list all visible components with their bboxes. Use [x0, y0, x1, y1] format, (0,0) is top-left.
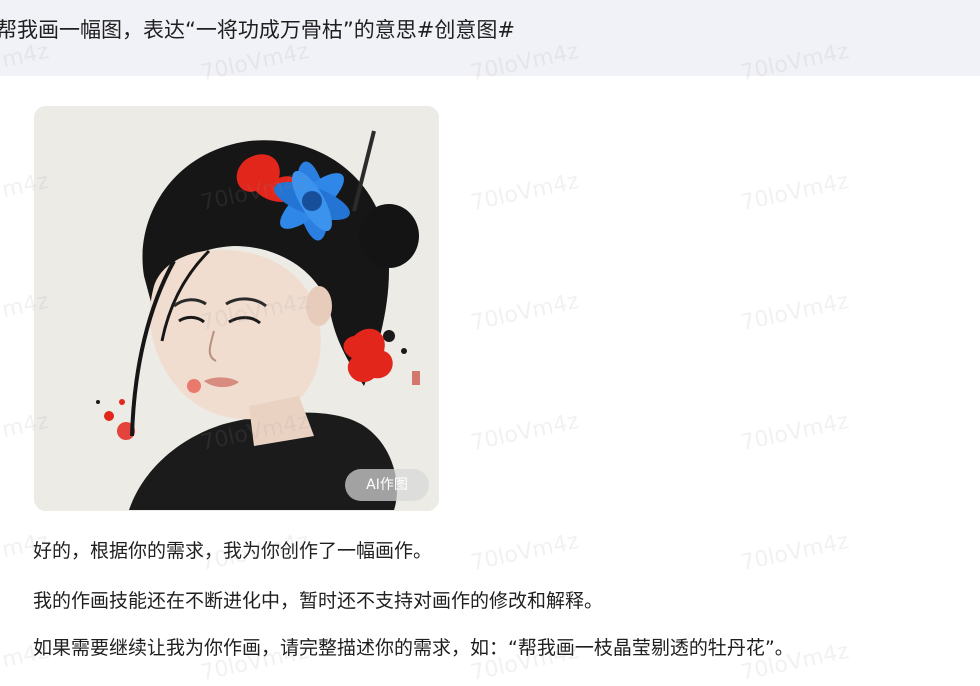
ink-splash [401, 348, 407, 354]
assistant-reply-line-2: 我的作画技能还在不断进化中，暂时还不支持对画作的修改和解释。 [33, 590, 604, 612]
watermark-text: 70loVm4z [468, 408, 581, 457]
watermark-text: 70loVm4z [468, 288, 581, 337]
assistant-reply-line-3: 如果需要继续让我为你作画，请完整描述你的需求，如：“帮我画一枝晶莹剔透的牡丹花”… [33, 637, 794, 659]
hair-bun [359, 204, 419, 268]
chat-page: 帮我画一幅图，表达“一将功成万骨枯”的意思#创意图# AI作图 好的，根据你的需… [0, 0, 980, 686]
ink-splash [119, 399, 125, 405]
watermark-text: 70loVm4z [738, 168, 851, 217]
user-message-bubble: 帮我画一幅图，表达“一将功成万骨枯”的意思#创意图# [0, 0, 980, 76]
watermark-text: 70loVm4z [738, 528, 851, 577]
user-message-text: 帮我画一幅图，表达“一将功成万骨枯”的意思#创意图# [0, 18, 515, 42]
watermark-text: 70loVm4z [468, 168, 581, 217]
watermark-text: 70loVm4z [468, 528, 581, 577]
ink-splash [383, 330, 395, 342]
cheek-splash [187, 379, 201, 393]
generated-artwork-image [34, 106, 439, 511]
ink-splash [96, 400, 100, 404]
generated-image-card[interactable]: AI作图 [34, 106, 439, 511]
seal-stamp [412, 371, 420, 385]
ai-generated-badge: AI作图 [345, 469, 429, 501]
ink-splash [104, 411, 114, 421]
watermark-text: 70loVm4z [738, 288, 851, 337]
assistant-reply-line-1: 好的，根据你的需求，我为你创作了一幅画作。 [33, 540, 433, 562]
ear-shape [306, 286, 332, 326]
watermark-text: 70loVm4z [738, 408, 851, 457]
